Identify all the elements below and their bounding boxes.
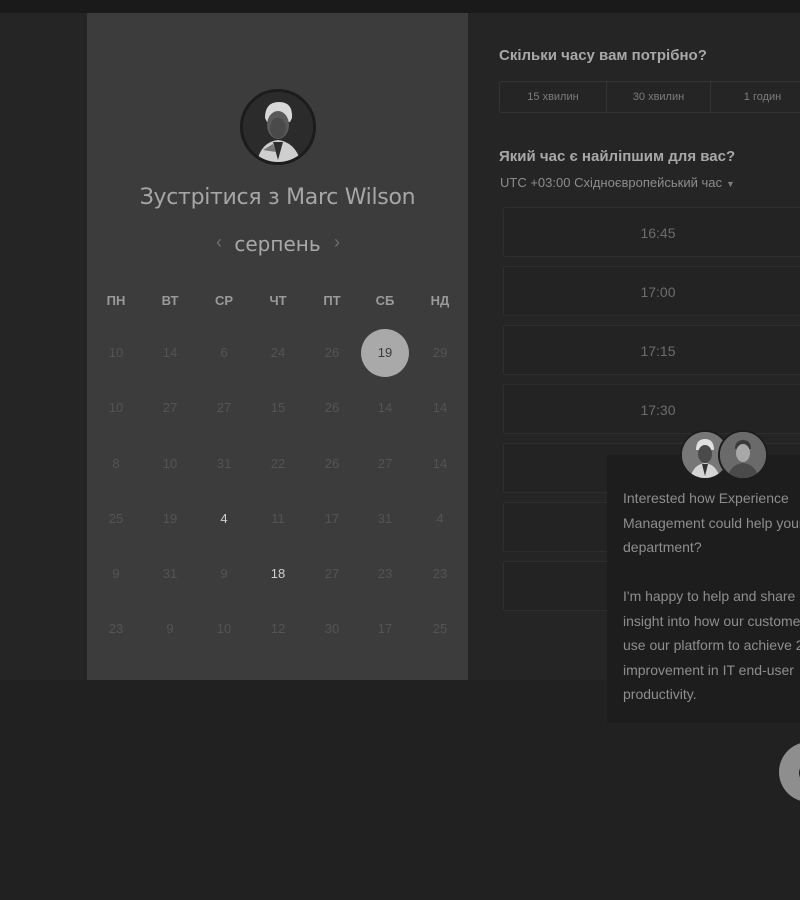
calendar-day: 9 [166, 621, 174, 636]
host-avatar [240, 89, 316, 165]
host-avatar-portrait [243, 92, 313, 162]
calendar-day: 27 [377, 456, 393, 471]
previous-month-icon[interactable]: ‹ [209, 232, 229, 253]
agent-portrait-2 [720, 432, 766, 478]
calendar-day: 23 [108, 621, 124, 636]
calendar-day: 23 [377, 566, 393, 581]
calendar-day: 27 [216, 400, 232, 415]
weekday-label: НД [430, 293, 450, 308]
time-slot[interactable]: 17:30 [503, 384, 800, 434]
calendar-day: 10 [162, 456, 178, 471]
calendar-day: 8 [112, 456, 120, 471]
calendar-day: 11 [271, 511, 285, 526]
calendar-day: 30 [324, 621, 340, 636]
duration-option-15[interactable]: 15 хвилин [500, 82, 606, 112]
calendar-day-available[interactable]: 4 [200, 495, 248, 543]
timezone-selector[interactable]: UTC +03:00 Східноєвропейський час ▼ [500, 175, 735, 190]
calendar-day: 10 [216, 621, 232, 636]
calendar-day: 19 [162, 511, 178, 526]
calendar-day: 25 [432, 621, 448, 636]
time-title: Який час є найліпшим для вас? [499, 148, 736, 165]
month-label: серпень [234, 232, 321, 256]
calendar-panel: Зустрітися з Marc Wilson серпень ‹ › ПН В… [87, 13, 468, 680]
calendar-day: 15 [270, 400, 286, 415]
weekday-label: ВТ [161, 293, 179, 308]
time-slot[interactable]: 17:15 [503, 325, 800, 375]
calendar-day: 27 [162, 400, 178, 415]
time-slot[interactable]: 17:00 [503, 266, 800, 316]
calendar-day: 17 [377, 621, 393, 636]
calendar-day: 26 [324, 345, 340, 360]
calendar-day: 14 [432, 400, 448, 415]
calendar-day: 14 [432, 456, 448, 471]
calendar-day: 14 [377, 400, 393, 415]
calendar-day: 10 [108, 345, 124, 360]
calendar-day: 9 [112, 566, 120, 581]
weekday-label: СР [214, 293, 234, 308]
weekday-label: СБ [375, 293, 395, 308]
calendar-day: 14 [162, 345, 178, 360]
top-bar [0, 0, 800, 13]
calendar-day: 10 [108, 400, 124, 415]
weekday-label: ПТ [323, 293, 341, 308]
calendar-day: 31 [377, 511, 393, 526]
caret-down-icon: ▼ [725, 179, 735, 189]
chat-message-paragraph: I'm happy to help and share insight into… [623, 588, 800, 702]
calendar-day: 26 [324, 456, 340, 471]
calendar-day: 24 [270, 345, 286, 360]
calendar-day: 22 [270, 456, 286, 471]
chat-agent-avatar [718, 430, 768, 480]
calendar-day: 6 [220, 345, 228, 360]
calendar-day: 29 [432, 345, 448, 360]
chat-message-paragraph: Interested how Experience Management cou… [623, 490, 800, 555]
meet-title: Зустрітися з Marc Wilson [139, 185, 416, 210]
timezone-label: UTC +03:00 Східноєвропейський час [500, 175, 722, 190]
time-slot[interactable]: 16:45 [503, 207, 800, 257]
calendar-day: 27 [324, 566, 340, 581]
duration-option-60[interactable]: 1 годин [710, 82, 800, 112]
calendar-day: 31 [216, 456, 232, 471]
calendar-day: 26 [324, 400, 340, 415]
calendar-day: 25 [108, 511, 124, 526]
chat-agent-avatars [680, 430, 770, 484]
duration-selector: 15 хвилин 30 хвилин 1 годин [499, 81, 800, 113]
calendar-day: 17 [324, 511, 340, 526]
month-navigation: серпень ‹ › [87, 232, 468, 262]
calendar-day: 31 [162, 566, 178, 581]
calendar-day: 23 [432, 566, 448, 581]
chat-message: Interested how Experience Management cou… [623, 486, 800, 707]
weekday-label: ЧТ [269, 293, 287, 308]
weekday-label: ПН [106, 293, 126, 308]
calendar-day-selected[interactable]: 19 [361, 329, 409, 377]
calendar-day: 9 [220, 566, 228, 581]
calendar-day: 12 [270, 621, 286, 636]
duration-title: Скільки часу вам потрібно? [499, 47, 707, 64]
calendar-day: 4 [436, 511, 444, 526]
calendar-day-available[interactable]: 18 [254, 550, 302, 598]
next-month-icon[interactable]: › [327, 232, 347, 253]
duration-option-30[interactable]: 30 хвилин [606, 82, 710, 112]
